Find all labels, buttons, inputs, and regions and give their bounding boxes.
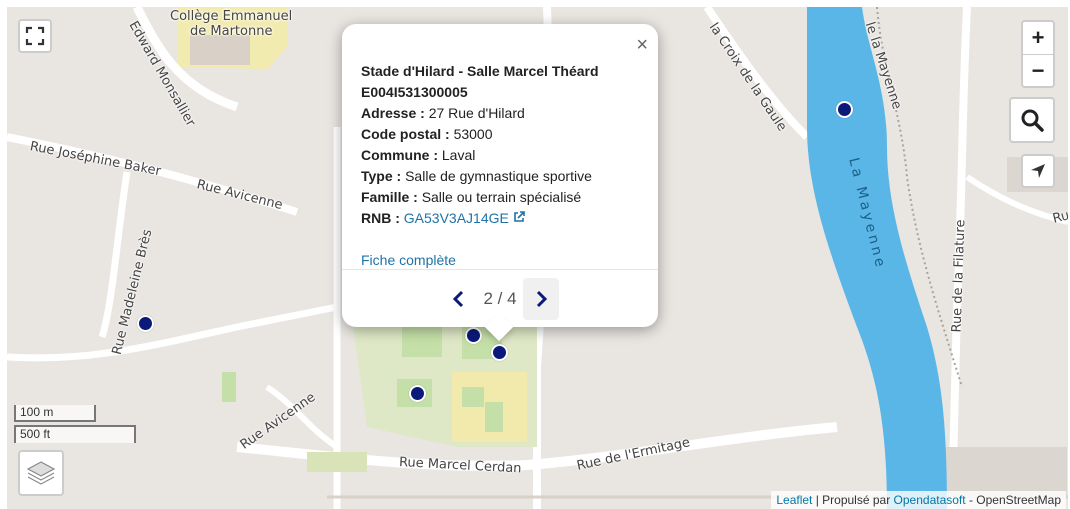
field-famille: Famille : Salle ou terrain spécialisé bbox=[361, 189, 582, 205]
map-marker[interactable] bbox=[836, 101, 853, 118]
attribution-osm: - OpenStreetMap bbox=[965, 493, 1061, 507]
popup-title: Stade d'Hilard - Salle Marcel Théard bbox=[361, 63, 599, 79]
search-icon bbox=[1021, 109, 1044, 132]
field-code-postal: Code postal : 53000 bbox=[361, 126, 493, 142]
field-rnb: RNB : GA53V3AJ14GE bbox=[361, 208, 646, 229]
street-label-college: Collège Emmanuel bbox=[170, 9, 293, 24]
zoom-out-button[interactable]: − bbox=[1023, 55, 1053, 87]
info-popup: × Stade d'Hilard - Salle Marcel Théard E… bbox=[342, 24, 658, 342]
field-type: Type : Salle de gymnastique sportive bbox=[361, 168, 592, 184]
close-button[interactable]: × bbox=[636, 33, 648, 57]
leaflet-link[interactable]: Leaflet bbox=[776, 493, 812, 507]
zoom-in-button[interactable]: + bbox=[1023, 22, 1053, 55]
popup-content: Stade d'Hilard - Salle Marcel Théard E00… bbox=[361, 61, 646, 271]
external-link-icon bbox=[513, 211, 525, 222]
scale-imperial: 500 ft bbox=[14, 425, 136, 443]
layers-icon bbox=[26, 461, 56, 485]
map-marker-selected[interactable] bbox=[491, 344, 508, 361]
popup-id: E004I531300005 bbox=[361, 84, 468, 100]
attribution: Leaflet | Propulsé par Opendatasoft - Op… bbox=[771, 491, 1066, 509]
search-button[interactable] bbox=[1009, 97, 1055, 143]
map-marker[interactable] bbox=[465, 327, 482, 344]
pager-count: 2 / 4 bbox=[483, 288, 517, 308]
scale-metric: 100 m bbox=[14, 405, 96, 422]
zoom-control: + − bbox=[1021, 20, 1055, 88]
popup-pager: 2 / 4 bbox=[342, 269, 658, 327]
location-arrow-icon bbox=[1031, 164, 1045, 178]
attribution-sep-1: | Propulsé par bbox=[812, 493, 894, 507]
previous-button[interactable] bbox=[441, 278, 477, 320]
rnb-link[interactable]: GA53V3AJ14GE bbox=[404, 210, 525, 226]
field-commune: Commune : Laval bbox=[361, 147, 476, 163]
street-label-college-2: de Martonne bbox=[190, 24, 273, 39]
field-adresse: Adresse : 27 Rue d'Hilard bbox=[361, 105, 525, 121]
map-canvas[interactable]: Collège Emmanuel de Martonne Edward Mons… bbox=[7, 7, 1068, 509]
full-record-link[interactable]: Fiche complète bbox=[361, 252, 456, 268]
opendatasoft-link[interactable]: Opendatasoft bbox=[894, 493, 966, 507]
chevron-right-icon bbox=[536, 290, 547, 307]
map-marker[interactable] bbox=[409, 385, 426, 402]
chevron-left-icon bbox=[453, 290, 464, 307]
fullscreen-button[interactable] bbox=[18, 19, 52, 53]
next-button[interactable] bbox=[522, 277, 559, 320]
fullscreen-icon bbox=[25, 26, 45, 46]
locate-button[interactable] bbox=[1021, 154, 1055, 188]
street-label-ru: Ru bbox=[1051, 208, 1068, 227]
map-marker[interactable] bbox=[137, 315, 154, 332]
layers-button[interactable] bbox=[18, 450, 64, 496]
